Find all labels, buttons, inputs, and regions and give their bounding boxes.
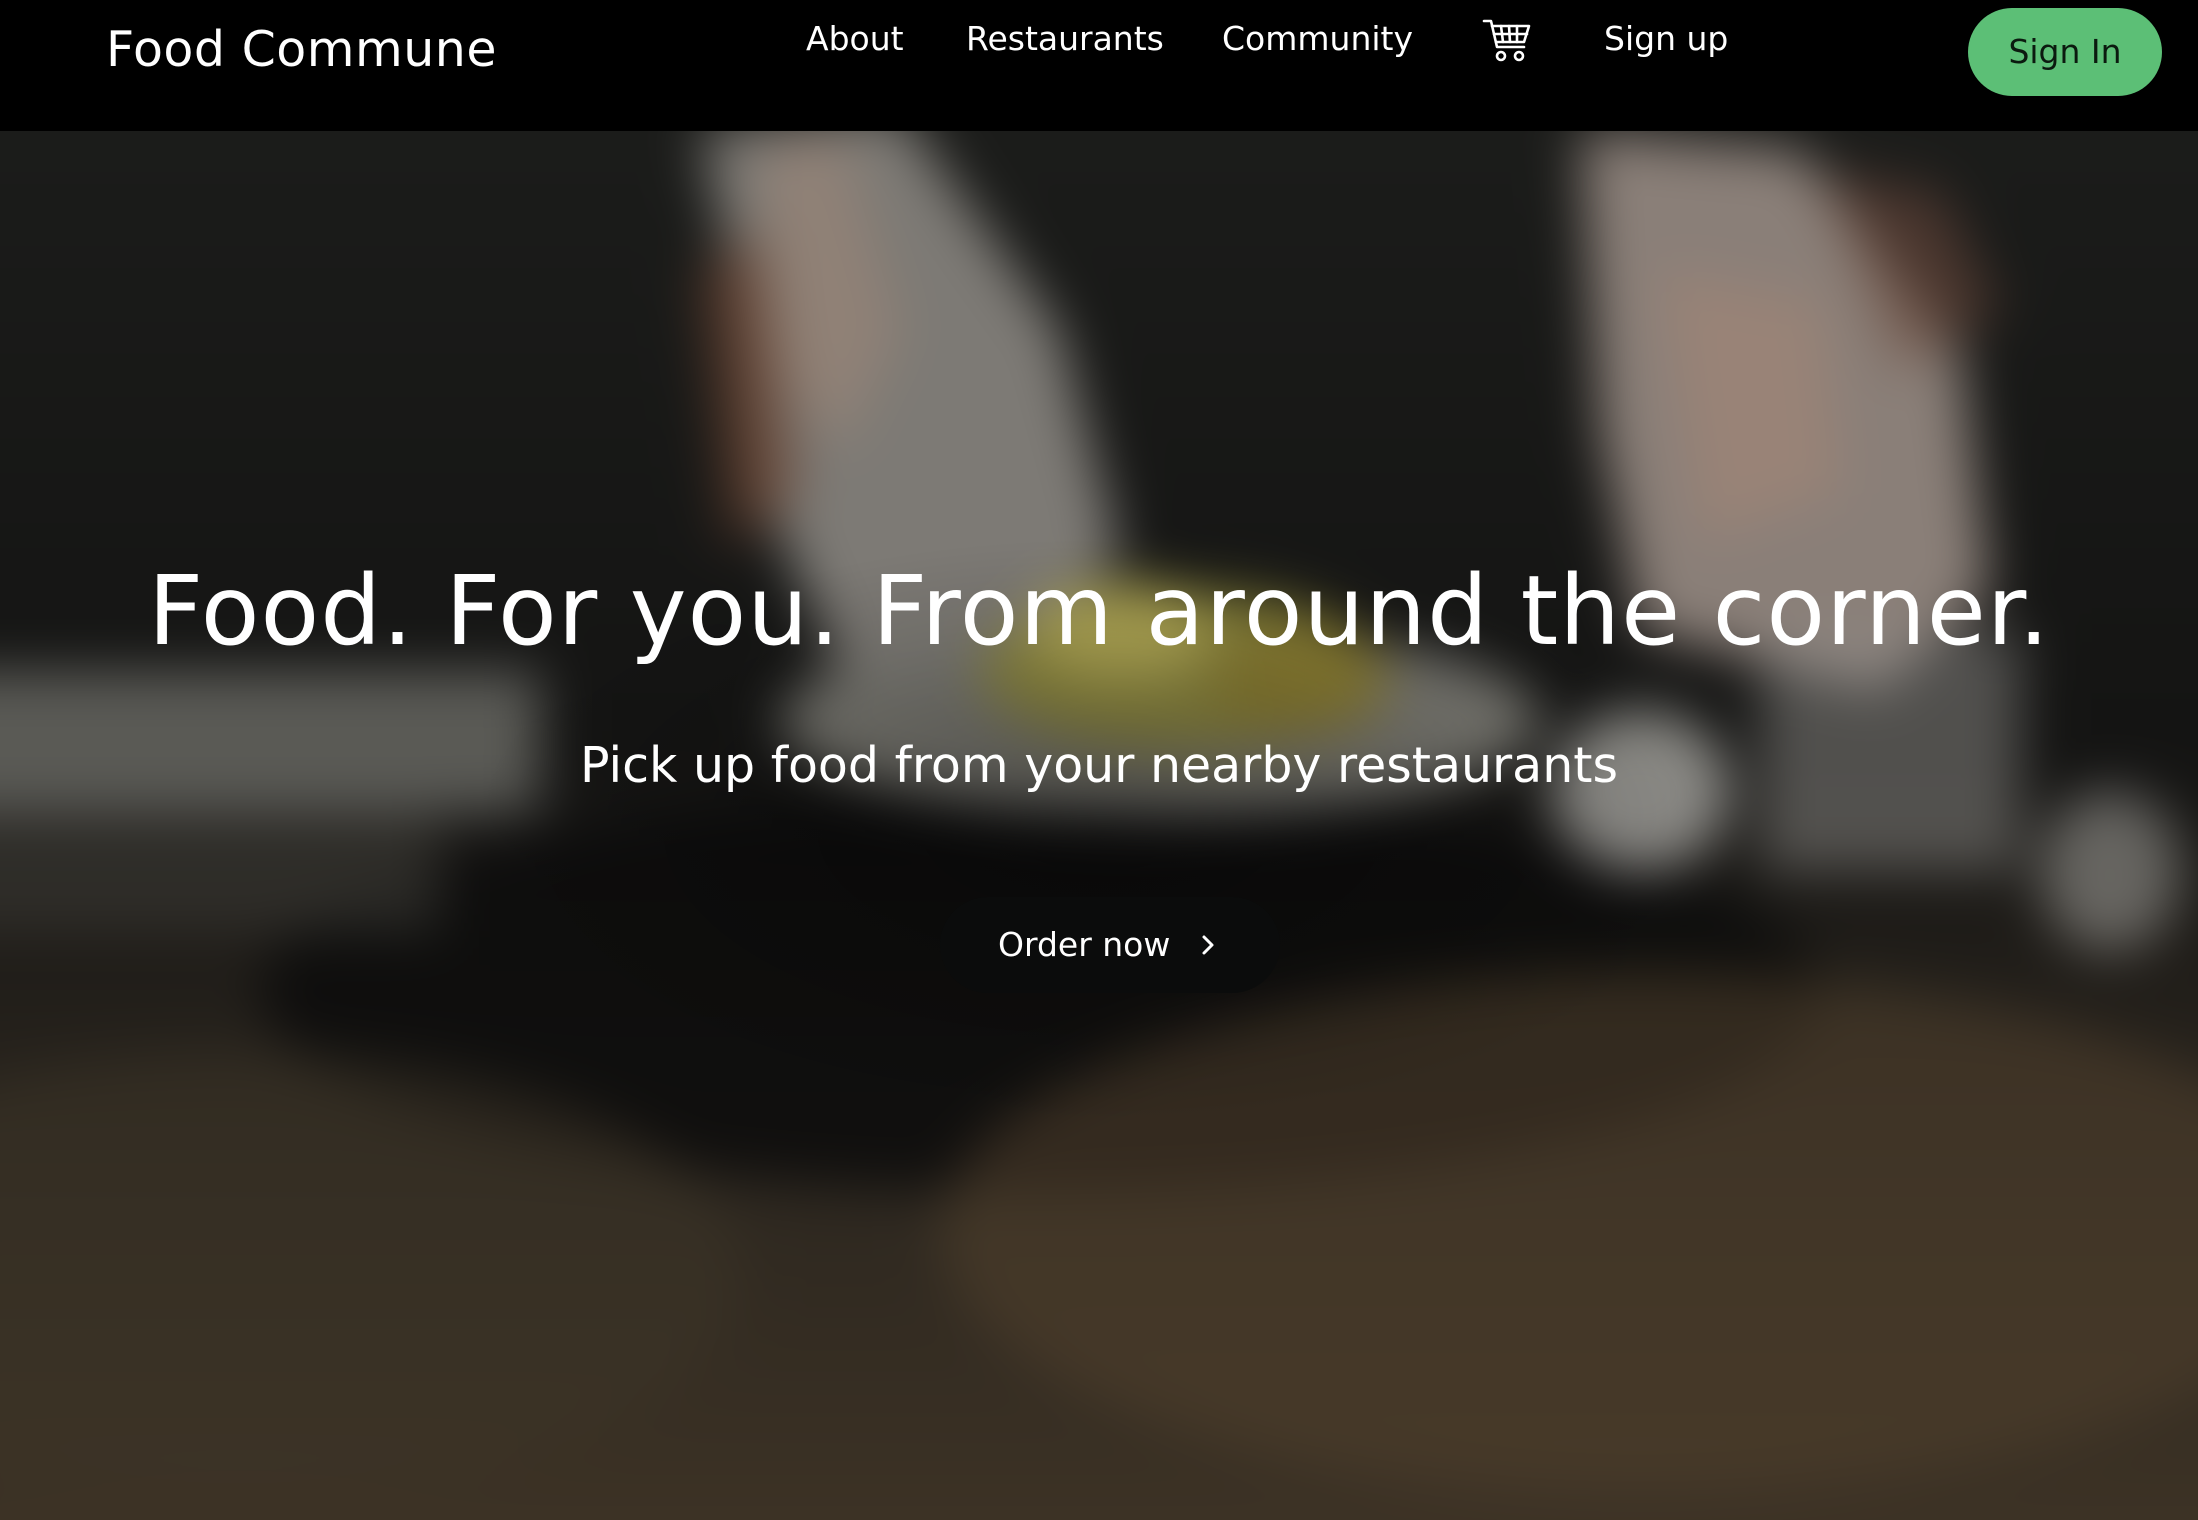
nav-link-restaurants[interactable]: Restaurants [966, 14, 1164, 64]
order-now-label: Order now [998, 925, 1171, 964]
sign-in-button[interactable]: Sign In [1968, 8, 2162, 96]
hero-overlay [0, 131, 2198, 1520]
nav-link-community[interactable]: Community [1222, 14, 1413, 64]
chevron-right-icon [1202, 935, 1214, 955]
nav-link-signup[interactable]: Sign up [1604, 14, 1728, 64]
navbar: Food Commune About Restaurants Community… [0, 0, 2198, 131]
hero-section: Food. For you. From around the corner. P… [0, 131, 2198, 1520]
order-now-button[interactable]: Order now [940, 897, 1280, 993]
nav-link-about[interactable]: About [806, 14, 904, 64]
page: Food Commune About Restaurants Community… [0, 0, 2198, 1520]
shopping-cart-icon[interactable] [1482, 18, 1532, 64]
hero-title: Food. For you. From around the corner. [147, 555, 2051, 667]
brand-logo[interactable]: Food Commune [106, 18, 497, 82]
hero-subtitle: Pick up food from your nearby restaurant… [579, 737, 1619, 794]
